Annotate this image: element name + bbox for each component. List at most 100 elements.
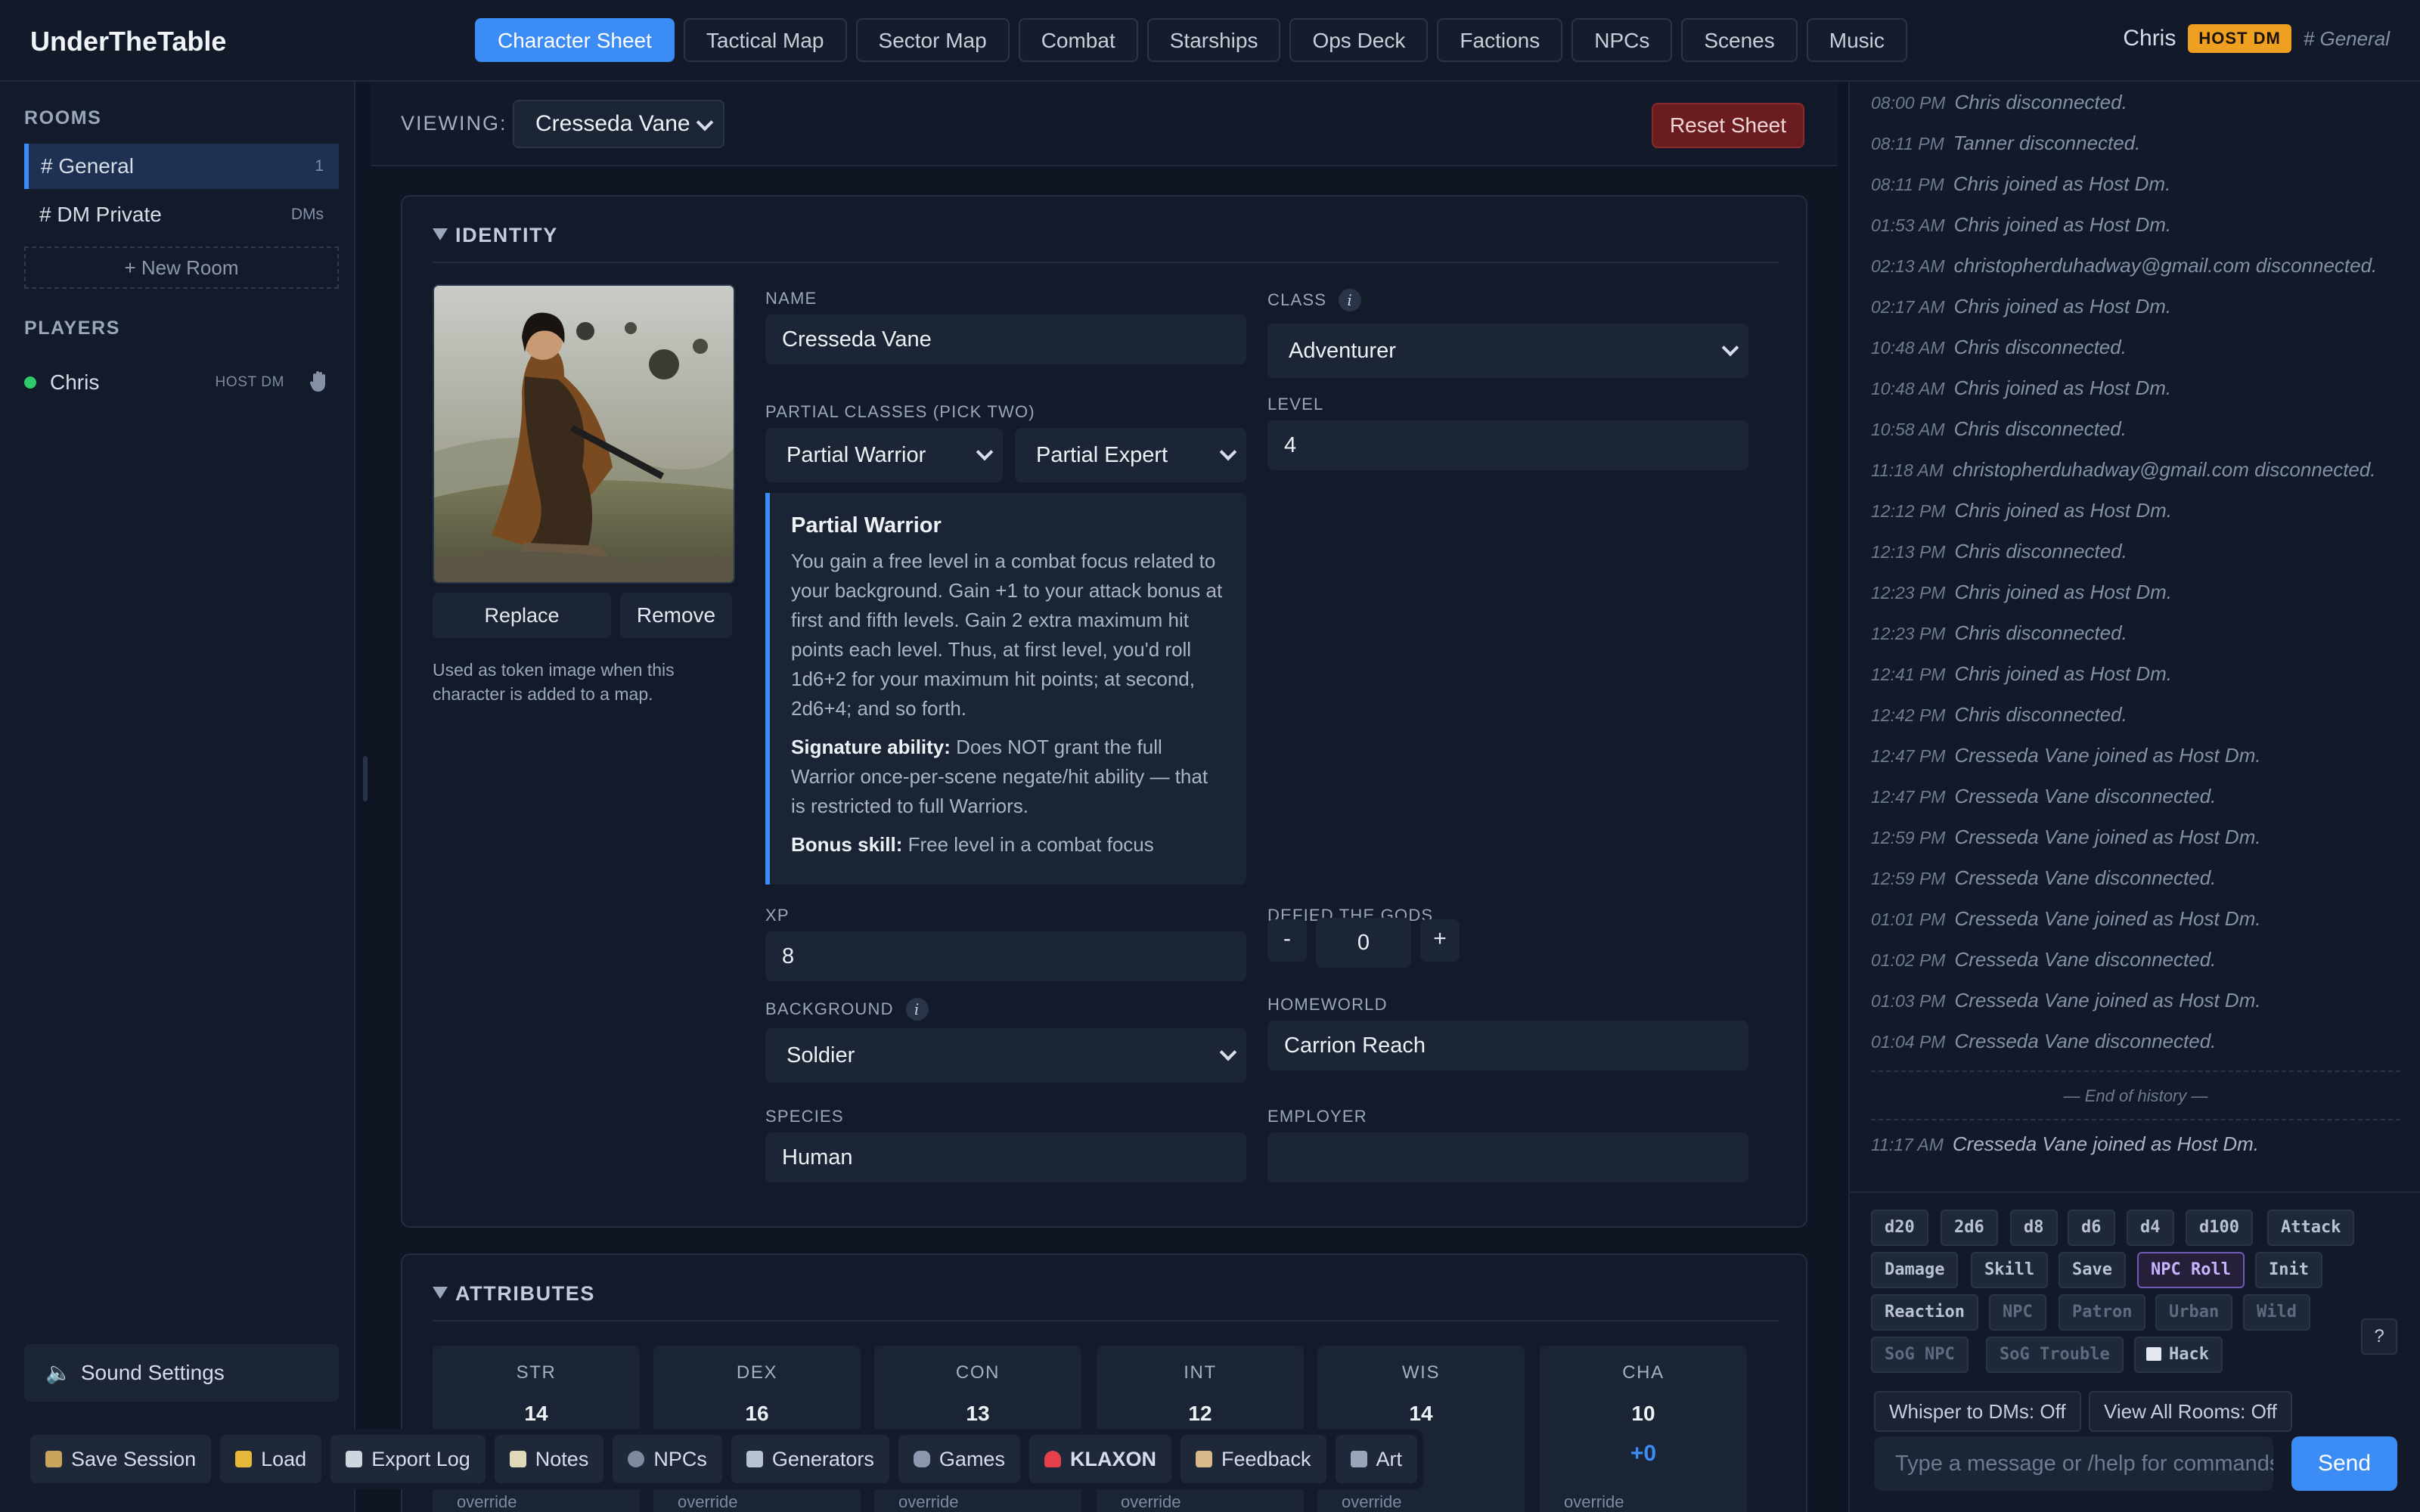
- partial-class-description[interactable]: Partial Warrior You gain a free level in…: [765, 493, 1246, 885]
- partial-class-2-select[interactable]: Partial Expert: [1015, 428, 1246, 482]
- description-body: You gain a free level in a combat focus …: [791, 550, 1223, 720]
- roll-chip-damage[interactable]: Damage: [1871, 1252, 1959, 1288]
- replace-portrait-button[interactable]: Replace: [433, 593, 611, 638]
- class-select[interactable]: Adventurer: [1267, 324, 1748, 378]
- chat-message: 01:02 PM Cresseda Vane disconnected.: [1871, 939, 2400, 980]
- message-time: 12:59 PM: [1871, 869, 1946, 888]
- tab-combat[interactable]: Combat: [1018, 18, 1138, 62]
- tab-factions[interactable]: Factions: [1437, 18, 1563, 62]
- generators-button[interactable]: Generators: [731, 1435, 889, 1483]
- roll-chip-attack[interactable]: Attack: [2267, 1210, 2355, 1246]
- whisper-toggle[interactable]: Whisper to DMs: Off: [1874, 1391, 2081, 1432]
- description-bonus: Bonus skill: Free level in a combat focu…: [791, 830, 1225, 860]
- roll-chip-reaction[interactable]: Reaction: [1871, 1294, 1978, 1331]
- message-text: Cresseda Vane disconnected.: [1954, 948, 2217, 971]
- view-all-rooms-toggle[interactable]: View All Rooms: Off: [2089, 1391, 2292, 1432]
- roll-chip-npc-roll[interactable]: NPC Roll: [2137, 1252, 2245, 1288]
- tab-tactical-map[interactable]: Tactical Map: [683, 18, 847, 62]
- attribute-value[interactable]: 14: [433, 1402, 640, 1426]
- save-session-button[interactable]: Save Session: [30, 1435, 212, 1483]
- attribute-value[interactable]: 13: [874, 1402, 1081, 1426]
- override-label[interactable]: override: [1564, 1492, 1624, 1512]
- roll-chip-save[interactable]: Save: [2059, 1252, 2126, 1288]
- info-icon[interactable]: i: [1339, 289, 1362, 311]
- room-general[interactable]: # General 1: [24, 144, 339, 189]
- identity-heading[interactable]: IDENTITY: [433, 224, 1779, 263]
- art-button[interactable]: Art: [1335, 1435, 1418, 1483]
- roll-chip-sog-npc[interactable]: SoG NPC: [1871, 1337, 1969, 1373]
- override-label[interactable]: override: [678, 1492, 737, 1512]
- user-info: Chris HOST DM # General: [2123, 24, 2390, 53]
- toolbar-label: Games: [939, 1448, 1005, 1470]
- background-select[interactable]: Soldier: [765, 1028, 1246, 1083]
- name-field[interactable]: Cresseda Vane: [765, 314, 1246, 364]
- override-label[interactable]: override: [1342, 1492, 1401, 1512]
- reset-sheet-button[interactable]: Reset Sheet: [1652, 103, 1804, 148]
- defied-decrement-button[interactable]: -: [1267, 919, 1307, 962]
- help-button[interactable]: ?: [2361, 1318, 2397, 1355]
- roll-chip-init[interactable]: Init: [2255, 1252, 2322, 1288]
- character-portrait[interactable]: [433, 284, 735, 584]
- defied-gods-field[interactable]: 0: [1316, 918, 1411, 968]
- tab-music[interactable]: Music: [1806, 18, 1907, 62]
- attribute-value[interactable]: 16: [653, 1402, 861, 1426]
- feedback-button[interactable]: Feedback: [1180, 1435, 1326, 1483]
- hand-icon[interactable]: [309, 369, 330, 393]
- attribute-value[interactable]: 12: [1097, 1402, 1304, 1426]
- room-dm-private[interactable]: # DM Private DMs: [24, 192, 339, 237]
- games-button[interactable]: Games: [898, 1435, 1020, 1483]
- dice-chip-d6[interactable]: d6: [2068, 1210, 2115, 1246]
- override-label[interactable]: override: [898, 1492, 958, 1512]
- tab-ops-deck[interactable]: Ops Deck: [1289, 18, 1429, 62]
- tab-character-sheet[interactable]: Character Sheet: [475, 18, 675, 62]
- new-room-button[interactable]: + New Room: [24, 246, 339, 289]
- tab-sector-map[interactable]: Sector Map: [855, 18, 1010, 62]
- message-time: 08:11 PM: [1871, 175, 1944, 194]
- tab-scenes[interactable]: Scenes: [1681, 18, 1798, 62]
- dice-chip-d8[interactable]: d8: [2010, 1210, 2058, 1246]
- tab-starships[interactable]: Starships: [1146, 18, 1281, 62]
- attribute-value[interactable]: 10: [1540, 1402, 1747, 1426]
- xp-field[interactable]: 8: [765, 931, 1246, 981]
- override-label[interactable]: override: [457, 1492, 517, 1512]
- dice-chip-2d6[interactable]: 2d6: [1941, 1210, 1998, 1246]
- employer-field[interactable]: [1267, 1132, 1748, 1182]
- roll-chip-wild[interactable]: Wild: [2243, 1294, 2310, 1331]
- npcs-button[interactable]: NPCs: [613, 1435, 722, 1483]
- roll-chip-urban[interactable]: Urban: [2155, 1294, 2233, 1331]
- roll-chip-npc[interactable]: NPC: [1989, 1294, 2046, 1331]
- send-button[interactable]: Send: [2291, 1436, 2397, 1491]
- partial-class-1-select[interactable]: Partial Warrior: [765, 428, 1003, 482]
- override-label[interactable]: override: [1121, 1492, 1181, 1512]
- character-select[interactable]: Cresseda Vane: [513, 100, 724, 148]
- remove-portrait-button[interactable]: Remove: [620, 593, 732, 638]
- dice-chip-d100[interactable]: d100: [2186, 1210, 2253, 1246]
- export-log-button[interactable]: Export Log: [330, 1435, 486, 1483]
- chat-input[interactable]: Type a message or /help for commands: [1874, 1436, 2273, 1491]
- chat-log[interactable]: 08:00 PM Chris disconnected. 08:11 PM Tanne…: [1871, 82, 2400, 1193]
- roll-chip-hack[interactable]: Hack: [2134, 1337, 2223, 1373]
- homeworld-field[interactable]: Carrion Reach: [1267, 1021, 1748, 1070]
- roll-chip-patron[interactable]: Patron: [2059, 1294, 2146, 1331]
- roll-chip-sog-trouble[interactable]: SoG Trouble: [1986, 1337, 2124, 1373]
- partial-class-1-value: Partial Warrior: [786, 443, 926, 467]
- class-value: Adventurer: [1289, 339, 1396, 363]
- attribute-value[interactable]: 14: [1317, 1402, 1525, 1426]
- dice-chip-d20[interactable]: d20: [1871, 1210, 1928, 1246]
- species-field[interactable]: Human: [765, 1132, 1246, 1182]
- level-field[interactable]: 4: [1267, 420, 1748, 470]
- player-item[interactable]: Chris HOST DM: [24, 366, 339, 399]
- xp-label: XP: [765, 906, 790, 925]
- load-button[interactable]: Load: [220, 1435, 322, 1483]
- sidebar-resize-handle[interactable]: [363, 756, 368, 801]
- dice-chip-d4[interactable]: d4: [2127, 1210, 2174, 1246]
- klaxon-button[interactable]: KLAXON: [1028, 1435, 1171, 1483]
- notes-button[interactable]: Notes: [494, 1435, 604, 1483]
- chat-message: 12:47 PM Cresseda Vane joined as Host Dm.: [1871, 735, 2400, 776]
- tab-npcs[interactable]: NPCs: [1571, 18, 1673, 62]
- attributes-heading[interactable]: ATTRIBUTES: [433, 1282, 1779, 1321]
- roll-chip-skill[interactable]: Skill: [1971, 1252, 2049, 1288]
- sound-settings-button[interactable]: 🔈 Sound Settings: [24, 1344, 339, 1402]
- info-icon[interactable]: i: [905, 998, 929, 1021]
- defied-increment-button[interactable]: +: [1420, 919, 1460, 962]
